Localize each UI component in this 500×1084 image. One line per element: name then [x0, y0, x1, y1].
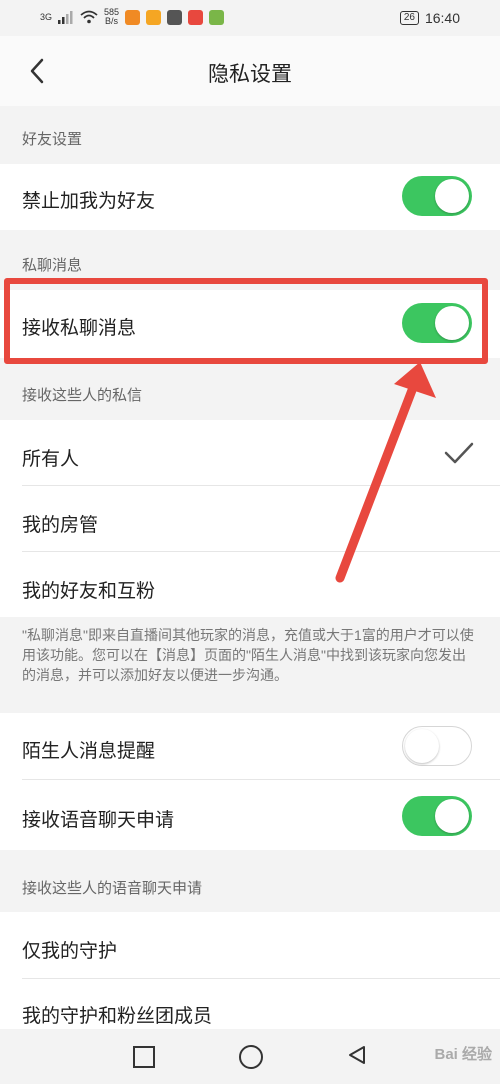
- annotation-arrow-icon: [335, 362, 436, 583]
- watermark: Bai 经验: [434, 1046, 492, 1063]
- system-back-button[interactable]: [346, 1044, 368, 1066]
- system-nav-bar: Bai 经验: [0, 1029, 500, 1084]
- recent-apps-button[interactable]: [133, 1046, 155, 1068]
- home-button[interactable]: [239, 1045, 263, 1069]
